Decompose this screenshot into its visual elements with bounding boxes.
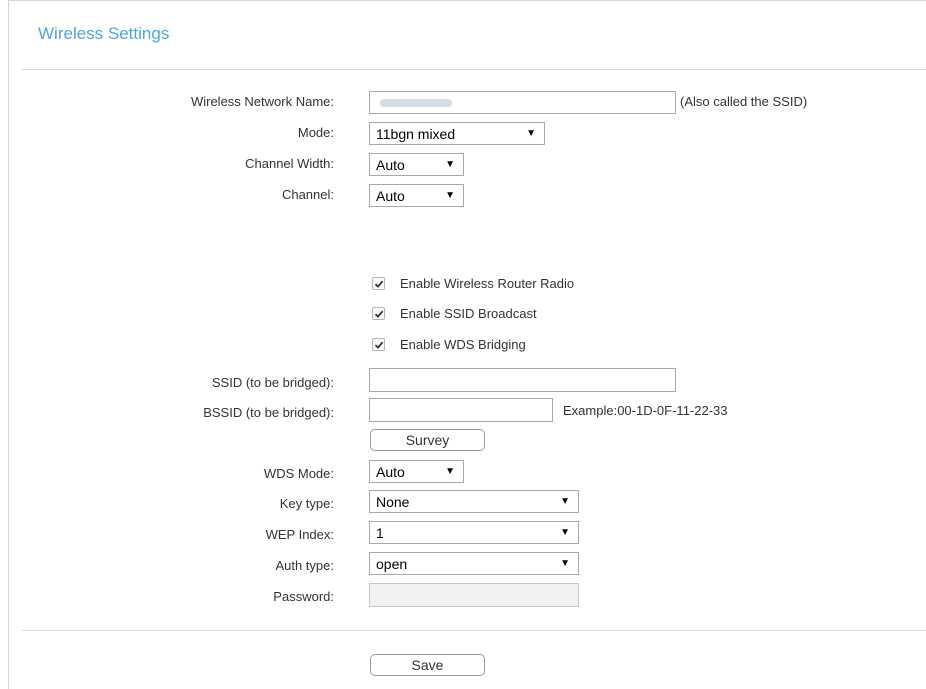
dropdown-arrow-icon: ▼: [560, 527, 570, 538]
dropdown-arrow-icon: ▼: [445, 466, 455, 477]
dropdown-arrow-icon: ▼: [560, 558, 570, 569]
channel-width-label: Channel Width:: [245, 156, 334, 171]
enable-wds-bridging-label: Enable WDS Bridging: [400, 337, 526, 352]
enable-wds-bridging-checkbox[interactable]: [372, 338, 385, 351]
channel-select[interactable]: Auto ▼: [369, 184, 464, 207]
enable-ssid-broadcast-label: Enable SSID Broadcast: [400, 306, 537, 321]
enable-ssid-broadcast-checkbox[interactable]: [372, 307, 385, 320]
enable-radio-label: Enable Wireless Router Radio: [400, 276, 575, 291]
channel-label: Channel:: [281, 187, 334, 202]
checkmark-icon: [374, 280, 384, 288]
dropdown-arrow-icon: ▼: [445, 159, 455, 170]
wireless-network-name-label: Wireless Network Name:: [190, 94, 334, 109]
key-type-value: None: [376, 494, 410, 510]
checkmark-icon: [374, 310, 384, 318]
key-type-label: Key type:: [279, 496, 334, 511]
dropdown-arrow-icon: ▼: [445, 190, 455, 201]
checkmark-icon: [374, 341, 384, 349]
key-type-select[interactable]: None ▼: [369, 490, 579, 513]
ssid-bridged-label: SSID (to be bridged):: [211, 375, 334, 390]
mode-label: Mode:: [297, 125, 334, 140]
auth-type-value: open: [376, 556, 408, 572]
wds-mode-value: Auto: [376, 464, 405, 480]
auth-type-select[interactable]: open ▼: [369, 552, 579, 575]
dropdown-arrow-icon: ▼: [526, 128, 536, 139]
mode-select[interactable]: 11bgn mixed ▼: [369, 122, 545, 145]
survey-button[interactable]: Survey: [370, 429, 485, 451]
save-button[interactable]: Save: [370, 654, 485, 676]
channel-width-select[interactable]: Auto ▼: [369, 153, 464, 176]
page-title: Wireless Settings: [38, 24, 170, 43]
bssid-bridged-label: BSSID (to be bridged):: [203, 405, 334, 420]
auth-type-label: Auth type:: [275, 558, 334, 573]
wep-index-label: WEP Index:: [265, 527, 334, 542]
channel-width-value: Auto: [376, 157, 405, 173]
wds-mode-select[interactable]: Auto ▼: [369, 460, 464, 483]
dropdown-arrow-icon: ▼: [560, 496, 570, 507]
wep-index-value: 1: [376, 525, 384, 541]
mode-value: 11bgn mixed: [376, 126, 456, 142]
enable-radio-checkbox[interactable]: [372, 277, 385, 290]
bssid-bridged-input[interactable]: [369, 398, 553, 422]
password-input[interactable]: [369, 583, 579, 607]
wds-mode-label: WDS Mode:: [263, 466, 334, 481]
footer-divider: [22, 630, 926, 631]
ssid-hint: (Also called the SSID): [680, 94, 808, 109]
header-divider: [22, 69, 926, 70]
wep-index-select[interactable]: 1 ▼: [369, 521, 579, 544]
ssid-bridged-input[interactable]: [369, 368, 676, 392]
bssid-example-hint: Example:00-1D-0F-11-22-33: [563, 403, 728, 418]
password-label: Password:: [273, 589, 334, 604]
redacted-ssid-value: [380, 99, 452, 107]
channel-value: Auto: [376, 188, 405, 204]
wireless-network-name-input[interactable]: [369, 91, 676, 114]
